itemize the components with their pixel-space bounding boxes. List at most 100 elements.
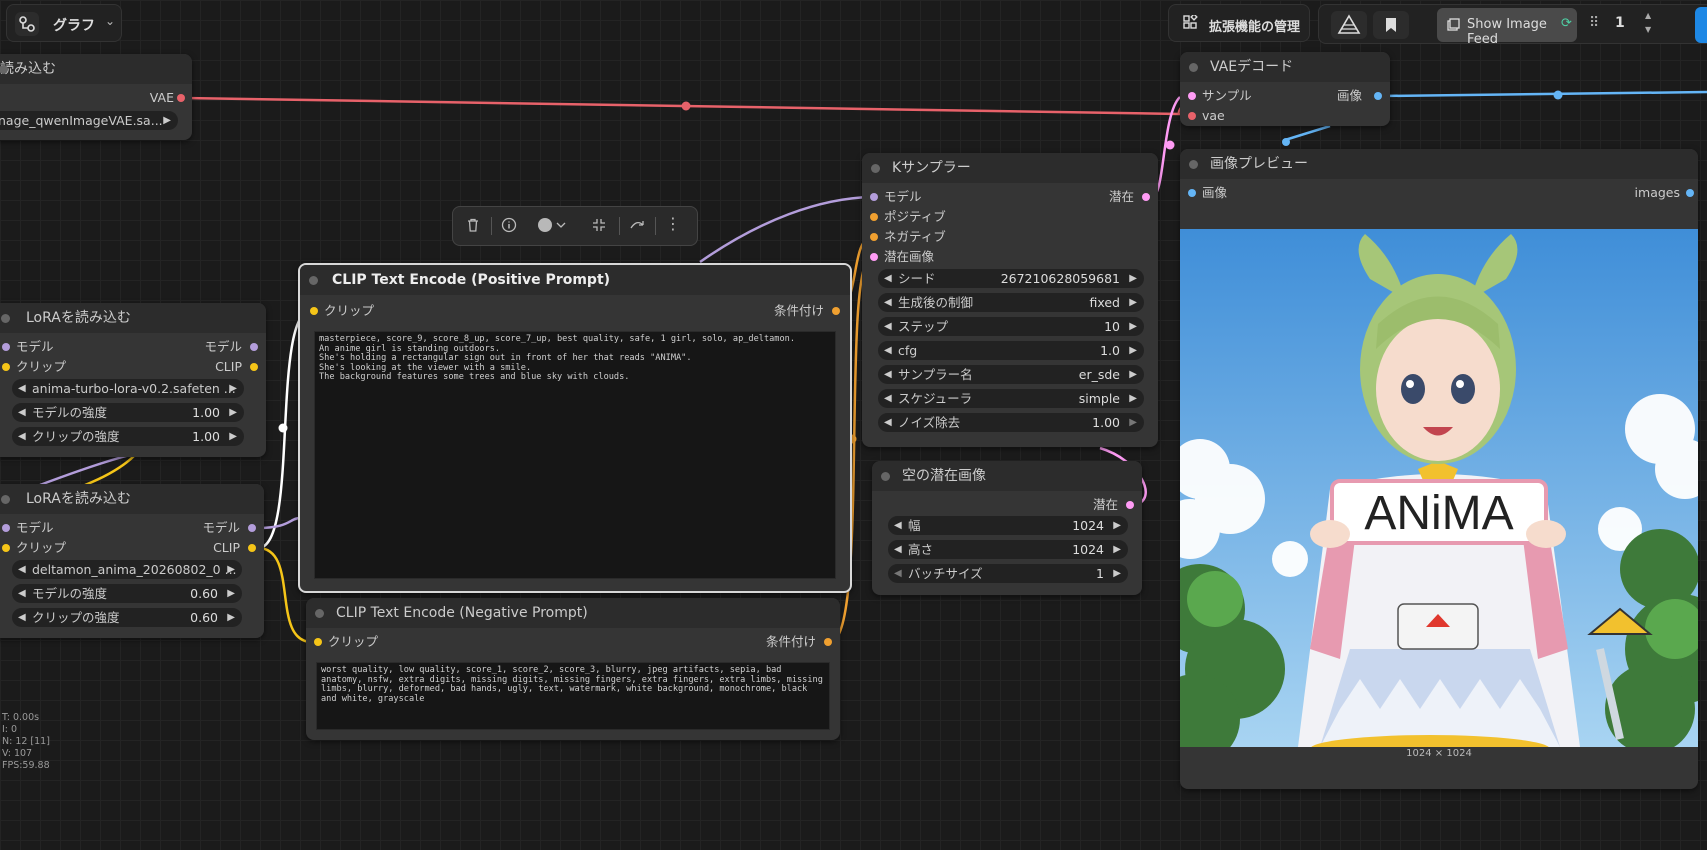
cfg-widget[interactable]: ◀ cfg 1.0 ▶ <box>878 341 1144 360</box>
color-picker-icon[interactable] <box>537 217 571 237</box>
left-arrow-icon[interactable]: ◀ <box>894 540 902 559</box>
width-widget[interactable]: ◀ 幅 1024 ▶ <box>888 516 1128 535</box>
left-arrow-icon[interactable]: ◀ <box>884 317 892 336</box>
extensions-button[interactable]: 拡張機能の管理 <box>1168 4 1310 42</box>
left-arrow-icon[interactable]: ◀ <box>18 584 26 603</box>
left-arrow-icon[interactable]: ◀ <box>894 564 902 583</box>
right-arrow-icon[interactable]: ▶ <box>1129 413 1137 432</box>
scheduler-widget[interactable]: ◀ スケジューラ simple ▶ <box>878 389 1144 408</box>
clip-strength-widget[interactable]: ◀ クリップの強度 1.00 ▶ <box>12 427 244 446</box>
bypass-icon[interactable] <box>629 217 645 237</box>
clip-input-dot[interactable] <box>2 363 10 371</box>
lora-loader-node-2[interactable]: LoRAを読み込む モデル モデル クリップ CLIP ◀ deltamon_a… <box>0 484 264 638</box>
left-arrow-icon[interactable]: ◀ <box>884 293 892 312</box>
clip-output-dot[interactable] <box>248 544 256 552</box>
cond-output-dot[interactable] <box>824 638 832 646</box>
denoise-widget[interactable]: ◀ ノイズ除去 1.00 ▶ <box>878 413 1144 432</box>
trash-icon[interactable] <box>465 217 481 237</box>
collapse-icon[interactable] <box>591 217 607 237</box>
cond-output-dot[interactable] <box>832 307 840 315</box>
left-arrow-icon[interactable]: ◀ <box>18 403 26 422</box>
right-arrow-icon[interactable]: ▶ <box>163 111 171 130</box>
clip-positive-node[interactable]: CLIP Text Encode (Positive Prompt) クリップ … <box>298 263 852 593</box>
model-strength-widget[interactable]: ◀ モデルの強度 1.00 ▶ <box>12 403 244 422</box>
app-logo-icon[interactable] <box>1331 11 1367 39</box>
ksampler-node[interactable]: Kサンプラー モデル 潜在 ポジティブ ネガティブ 潜在画像 ◀ シード 267… <box>862 153 1158 447</box>
steps-widget[interactable]: ◀ ステップ 10 ▶ <box>878 317 1144 336</box>
clip-input-dot[interactable] <box>310 307 318 315</box>
right-arrow-icon[interactable]: ▶ <box>1129 317 1137 336</box>
empty-latent-node[interactable]: 空の潜在画像 潜在 ◀ 幅 1024 ▶ ◀ 高さ 1024 ▶ ◀ バッチサイ… <box>872 461 1142 595</box>
more-options-icon[interactable]: ⋮ <box>665 216 681 232</box>
right-arrow-icon[interactable]: ▶ <box>1129 365 1137 384</box>
latent-image-input-dot[interactable] <box>870 253 878 261</box>
vae-input-dot[interactable] <box>1188 112 1196 120</box>
lora-name-widget[interactable]: ◀ anima-turbo-lora-v0.2.safeten ... ▶ <box>12 379 244 398</box>
right-arrow-icon[interactable]: ▶ <box>229 427 237 446</box>
graph-menu-button[interactable]: グラフ ⌄ <box>6 4 122 42</box>
seed-widget[interactable]: ◀ シード 267210628059681 ▶ <box>878 269 1144 288</box>
info-icon[interactable] <box>501 217 517 237</box>
clip-strength-widget[interactable]: ◀ クリップの強度 0.60 ▶ <box>12 608 242 627</box>
left-arrow-icon[interactable]: ◀ <box>884 413 892 432</box>
bookmark-icon[interactable] <box>1373 11 1409 39</box>
image-input-dot[interactable] <box>1188 189 1196 197</box>
left-arrow-icon[interactable]: ◀ <box>18 427 26 446</box>
batch-size-widget[interactable]: ◀ バッチサイズ 1 ▶ <box>888 564 1128 583</box>
left-arrow-icon[interactable]: ◀ <box>884 389 892 408</box>
right-arrow-icon[interactable]: ▶ <box>227 584 235 603</box>
clip-input-dot[interactable] <box>2 544 10 552</box>
right-arrow-icon[interactable]: ▶ <box>227 560 235 579</box>
queue-count-input[interactable]: 1 <box>1615 15 1625 31</box>
negative-prompt-textarea[interactable]: worst quality, low quality, score_1, sco… <box>316 662 830 730</box>
model-strength-widget[interactable]: ◀ モデルの強度 0.60 ▶ <box>12 584 242 603</box>
right-arrow-icon[interactable]: ▶ <box>1113 516 1121 535</box>
clip-input-dot[interactable] <box>314 638 322 646</box>
left-arrow-icon[interactable]: ◀ <box>18 560 26 579</box>
run-button[interactable] <box>1695 7 1707 43</box>
left-arrow-icon[interactable]: ◀ <box>18 379 26 398</box>
right-arrow-icon[interactable]: ▶ <box>1113 564 1121 583</box>
control-after-generate-widget[interactable]: ◀ 生成後の制御 fixed ▶ <box>878 293 1144 312</box>
vae-file-select[interactable]: nage_qwenImageVAE.sa... ▶ <box>0 111 178 130</box>
clip-output-dot[interactable] <box>250 363 258 371</box>
images-output-dot[interactable] <box>1686 189 1694 197</box>
vae-decode-node[interactable]: VAEデコード サンプル vae 画像 <box>1180 52 1390 126</box>
model-input-dot[interactable] <box>870 193 878 201</box>
samples-input-dot[interactable] <box>1188 92 1196 100</box>
image-output-dot[interactable] <box>1374 92 1382 100</box>
clip-negative-node[interactable]: CLIP Text Encode (Negative Prompt) クリップ … <box>306 598 840 740</box>
sampler-name-widget[interactable]: ◀ サンプラー名 er_sde ▶ <box>878 365 1144 384</box>
increment-arrows-icon[interactable]: ▲ ▼ <box>1645 9 1651 37</box>
right-arrow-icon[interactable]: ▶ <box>1113 540 1121 559</box>
left-arrow-icon[interactable]: ◀ <box>884 341 892 360</box>
positive-prompt-textarea[interactable]: masterpiece, score_9, score_8_up, score_… <box>314 331 836 579</box>
image-preview-node[interactable]: 画像プレビュー 画像 images ANiMA 1024 × 1024 <box>1180 149 1698 789</box>
drag-handle-icon[interactable]: ⠿ <box>1589 15 1599 31</box>
positive-input-dot[interactable] <box>870 213 878 221</box>
left-arrow-icon[interactable]: ◀ <box>884 269 892 288</box>
lora-name-widget[interactable]: ◀ deltamon_anima_20260802_0 ... ▶ <box>12 560 242 579</box>
model-output-dot[interactable] <box>250 343 258 351</box>
vae-loader-node[interactable]: 読み込む VAE nage_qwenImageVAE.sa... ▶ <box>0 54 192 140</box>
left-arrow-icon[interactable]: ◀ <box>884 365 892 384</box>
left-arrow-icon[interactable]: ◀ <box>18 608 26 627</box>
right-arrow-icon[interactable]: ▶ <box>229 379 237 398</box>
lora-loader-node-1[interactable]: LoRAを読み込む モデル モデル クリップ CLIP ◀ anima-turb… <box>0 303 266 457</box>
show-image-feed-button[interactable]: Show Image Feed ⟳ <box>1437 8 1577 47</box>
negative-input-dot[interactable] <box>870 233 878 241</box>
right-arrow-icon[interactable]: ▶ <box>1129 269 1137 288</box>
latent-output-dot[interactable] <box>1126 501 1134 509</box>
left-arrow-icon[interactable]: ◀ <box>894 516 902 535</box>
right-arrow-icon[interactable]: ▶ <box>1129 341 1137 360</box>
right-arrow-icon[interactable]: ▶ <box>227 608 235 627</box>
model-output-dot[interactable] <box>248 524 256 532</box>
model-input-dot[interactable] <box>2 343 10 351</box>
right-arrow-icon[interactable]: ▶ <box>1129 389 1137 408</box>
right-arrow-icon[interactable]: ▶ <box>1129 293 1137 312</box>
right-arrow-icon[interactable]: ▶ <box>229 403 237 422</box>
model-input-dot[interactable] <box>2 524 10 532</box>
latent-output-dot[interactable] <box>1142 193 1150 201</box>
vae-output-dot[interactable] <box>177 94 185 102</box>
height-widget[interactable]: ◀ 高さ 1024 ▶ <box>888 540 1128 559</box>
